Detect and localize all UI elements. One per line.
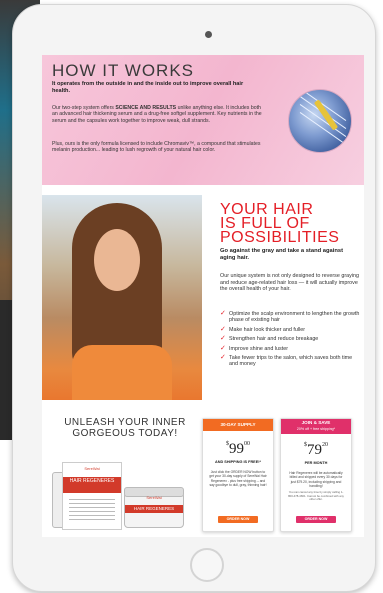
camera-icon	[205, 31, 212, 38]
tablet-screen: HOW IT WORKS It operates from the outsid…	[42, 55, 364, 537]
how-it-works-subtitle: It operates from the outside in and the …	[52, 81, 244, 94]
product-fine-print	[69, 499, 115, 521]
check-icon: ✓	[220, 344, 226, 352]
woman-photo	[42, 195, 202, 400]
hair-strand-image	[288, 89, 352, 153]
home-button[interactable]	[190, 548, 224, 582]
offer-section: UNLEASH YOUR INNER GORGEOUS TODAY! SereW…	[42, 410, 364, 537]
your-hair-paragraph: Our unique system is not only designed t…	[220, 273, 360, 293]
unleash-headline: UNLEASH YOUR INNER GORGEOUS TODAY!	[64, 417, 186, 439]
price-dollars: 79	[307, 442, 322, 458]
price-cents: 00	[244, 441, 250, 447]
your-hair-subtitle: Go against the gray and take a stand aga…	[220, 248, 344, 261]
check-icon: ✓	[220, 335, 226, 343]
list-item: ✓ Optimize the scalp environment to lengt…	[220, 310, 360, 324]
check-icon: ✓	[220, 354, 226, 362]
jar-name: HAIR REGENERES	[133, 505, 175, 511]
product-name: HAIR REGENERES	[69, 478, 115, 484]
check-icon: ✓	[220, 310, 226, 317]
how-it-works-paragraph-2: Plus, ours is the only formula licensed …	[52, 141, 261, 154]
offer-description: Hair Regenerex will be automatically bil…	[289, 471, 343, 488]
product-box: SereWai HAIR REGENERES	[62, 462, 122, 530]
offer-card-30-day: 30-DAY SUPPLY $9900 AND SHIPPING IS FREE…	[202, 418, 274, 532]
list-item-text: Strengthen hair and reduce breakage	[229, 336, 319, 343]
offer-card-header: 30-DAY SUPPLY	[203, 419, 273, 431]
benefits-list: ✓ Optimize the scalp environment to lengt…	[220, 310, 360, 371]
list-item: ✓ Strengthen hair and reduce breakage	[220, 335, 360, 343]
offer-card-join-save: JOIN & SAVE 20% off + free shipping* $79…	[280, 418, 352, 532]
offer-note: PER MONTH	[304, 461, 328, 465]
order-now-button[interactable]: ORDER NOW	[296, 516, 336, 523]
list-item: ✓ Make hair look thicker and fuller	[220, 325, 360, 333]
offer-description: Just click the ORDER NOW button to get y…	[209, 470, 267, 487]
offer-price: $9900	[203, 441, 273, 458]
offer-fine-print: You can cancel any time by simply callin…	[288, 490, 344, 502]
your-hair-title: YOUR HAIR IS FULL OF POSSIBILITIES	[220, 202, 360, 246]
product-brand: SereWai	[84, 466, 100, 471]
list-item-text: Optimize the scalp environment to length…	[229, 311, 360, 324]
list-item-text: Improve shine and luster	[229, 345, 289, 352]
product-jar: SereWai HAIR REGENERES	[124, 487, 184, 528]
serum-dropper	[313, 99, 339, 131]
face-shape	[94, 229, 140, 291]
how-it-works-paragraph-1: Our two-step system offers SCIENCE AND R…	[52, 105, 262, 124]
offer-price: $7920	[281, 442, 351, 459]
list-item: ✓ Improve shine and luster	[220, 344, 360, 352]
list-item-text: Make hair look thicker and fuller	[229, 326, 306, 333]
tablet-frame: HOW IT WORKS It operates from the outsid…	[12, 4, 376, 592]
offer-card-header: JOIN & SAVE 20% off + free shipping*	[281, 419, 351, 434]
list-item: ✓ Take fewer trips to the salon, which sa…	[220, 354, 360, 368]
price-cents: 20	[322, 442, 328, 448]
how-it-works-title: HOW IT WORKS	[52, 61, 195, 80]
paragraph-bold: SCIENCE AND RESULTS	[115, 105, 177, 111]
offer-header-line: 20% off + free shipping*	[296, 427, 336, 431]
order-now-button[interactable]: ORDER NOW	[218, 516, 258, 523]
paragraph-text: Our two-step system offers	[52, 105, 116, 111]
jar-brand: SereWai	[146, 495, 162, 500]
check-icon: ✓	[220, 325, 226, 333]
orange-top-shape	[72, 345, 172, 400]
list-item-text: Take fewer trips to the salon, which sav…	[229, 355, 353, 368]
offer-note: AND SHIPPING IS FREE!*	[215, 460, 261, 464]
price-dollars: 99	[229, 441, 244, 457]
how-it-works-section: HOW IT WORKS It operates from the outsid…	[42, 55, 364, 185]
title-line: POSSIBILITIES	[220, 229, 340, 246]
